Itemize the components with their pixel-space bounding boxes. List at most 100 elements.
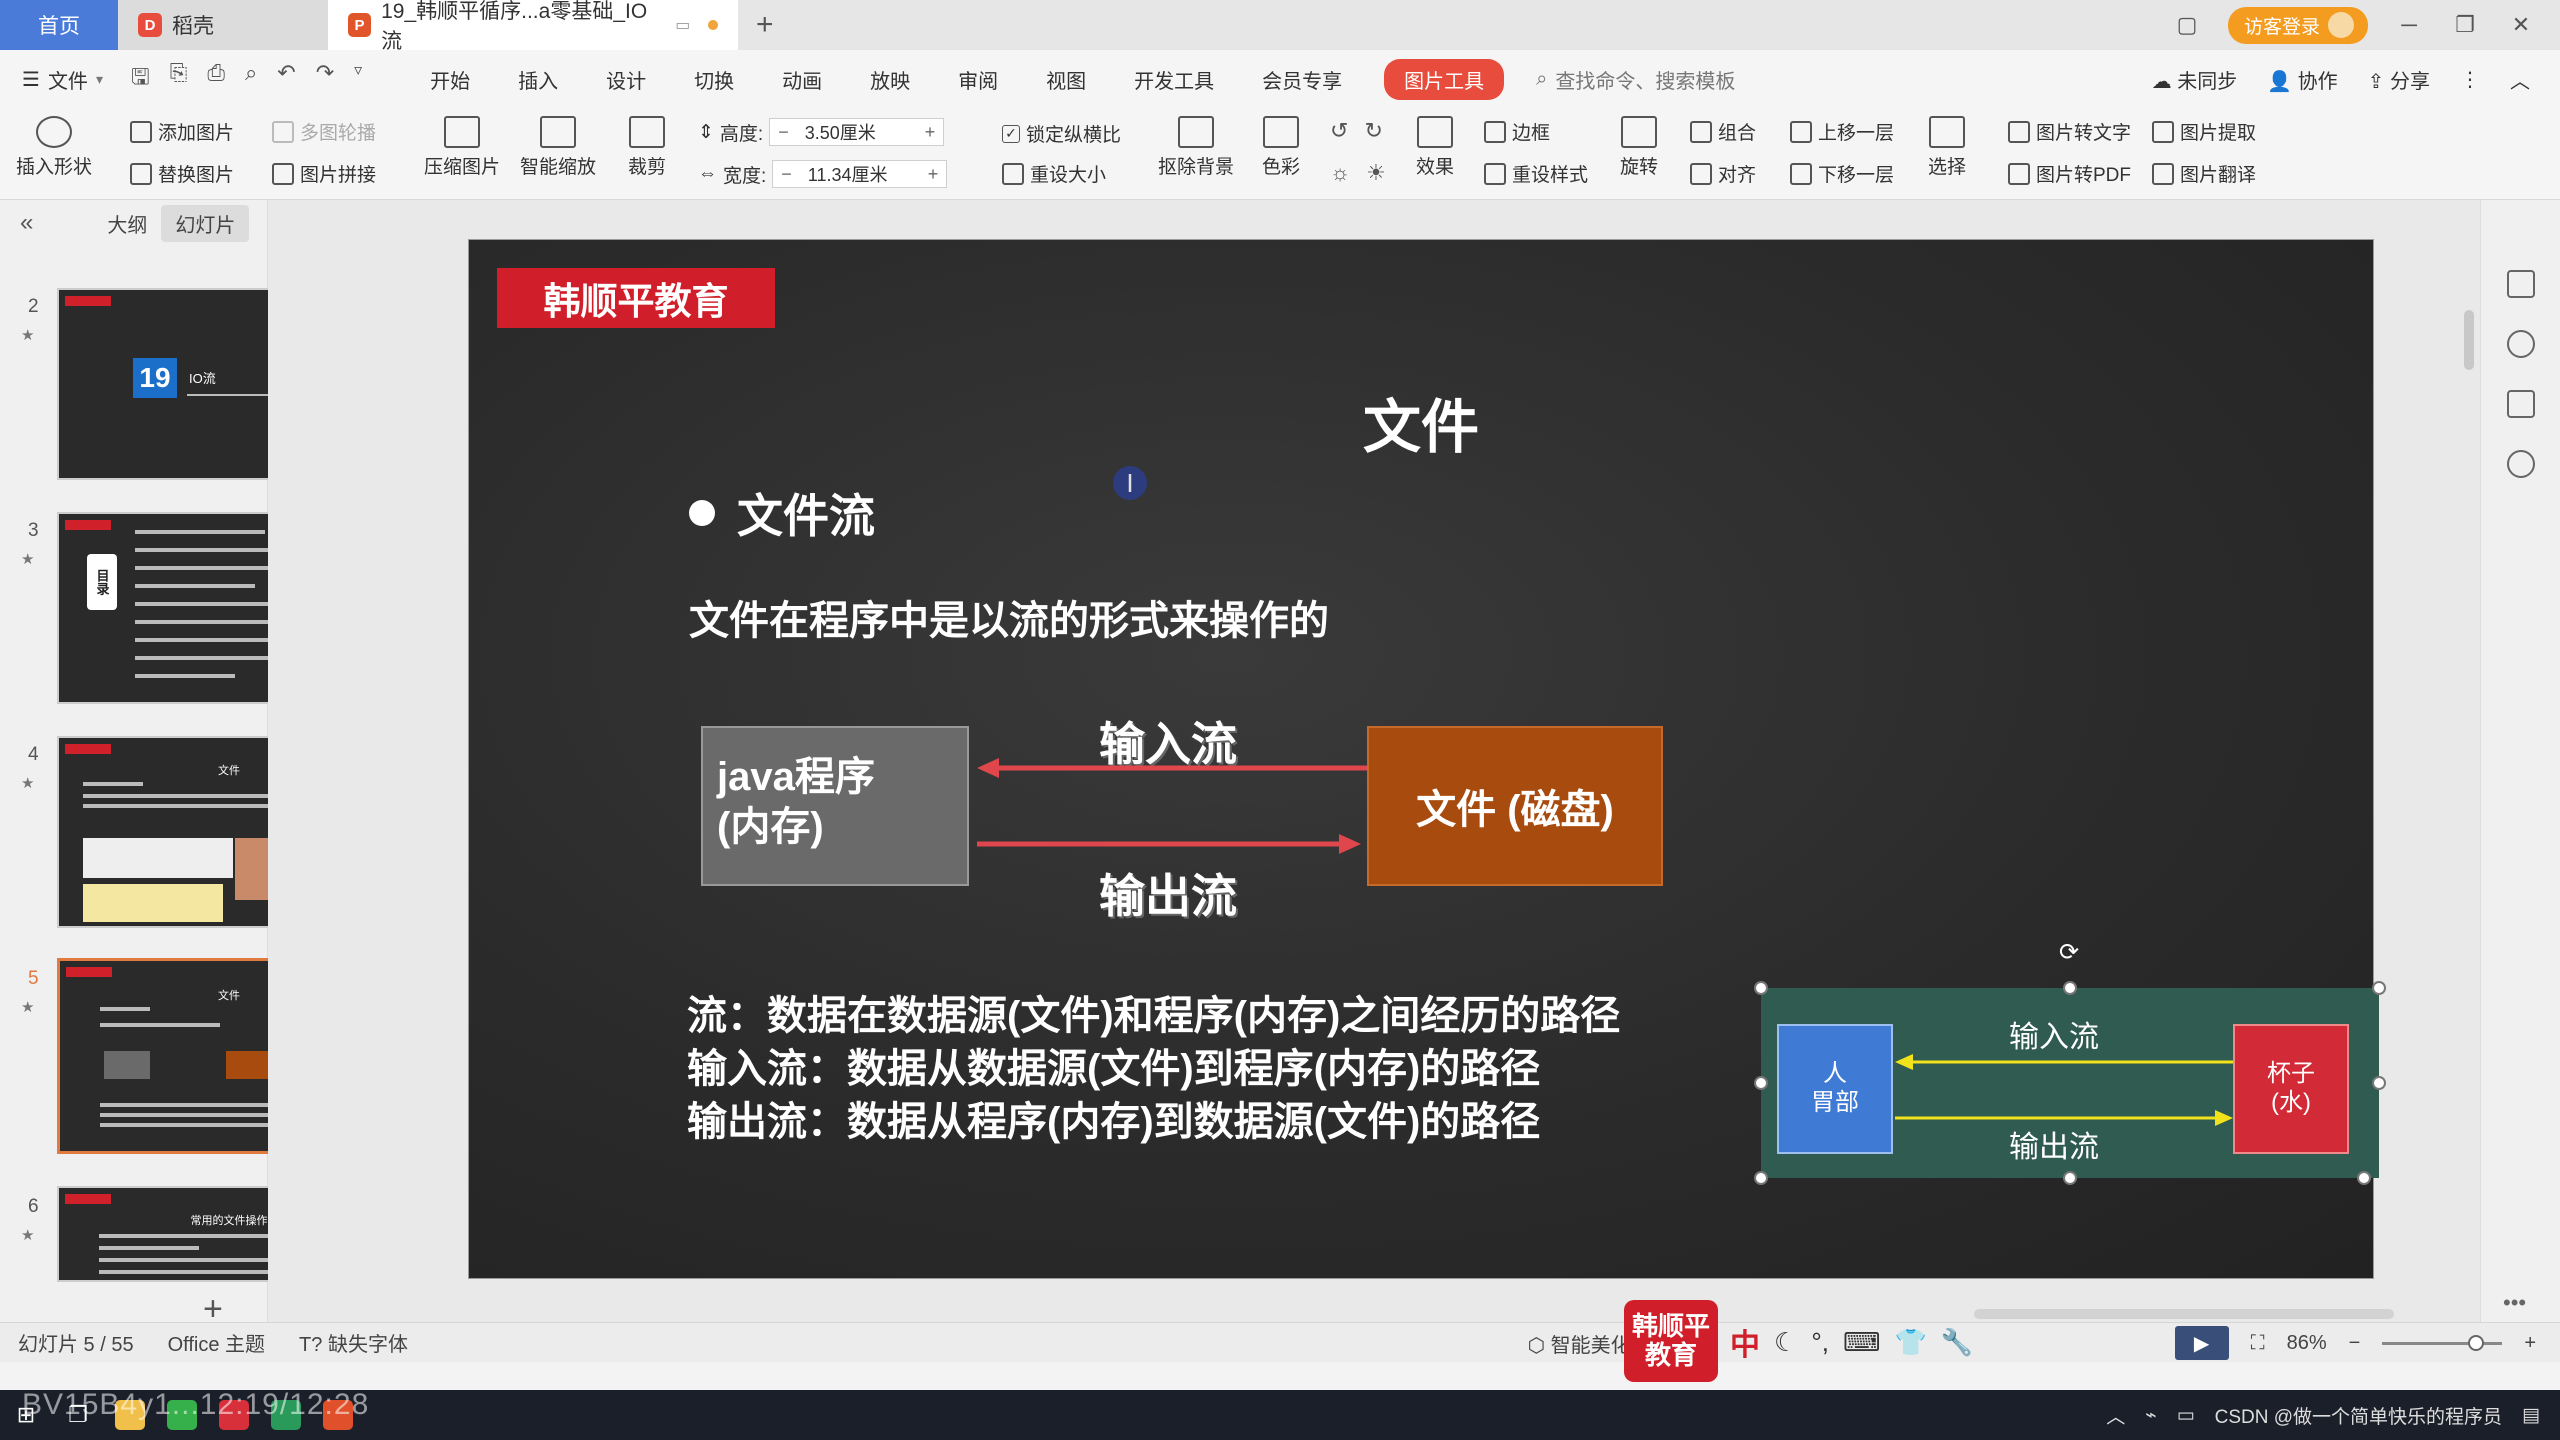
tab-slides[interactable]: 幻灯片 [161, 204, 250, 242]
add-image-button[interactable]: 添加图片 [130, 118, 234, 145]
brightness-down-icon[interactable]: ☀ [1366, 160, 1386, 186]
resize-handle[interactable] [2063, 1171, 2077, 1185]
print-preview-icon[interactable]: ⌕ [245, 60, 257, 98]
command-search[interactable]: ⌕ 查找命令、搜索模板 [1536, 65, 1735, 94]
smart-scale-button[interactable]: 智能缩放 [520, 116, 596, 179]
tray-expand-icon[interactable]: ︿ [2106, 1402, 2125, 1429]
resize-handle[interactable] [2372, 1076, 2386, 1090]
new-tab-button[interactable]: + [738, 0, 792, 50]
notification-icon[interactable]: ▤ [2522, 1404, 2540, 1427]
rotate-left-icon[interactable]: ↺ [1330, 118, 1348, 144]
insert-shape-button[interactable]: 插入形状 [16, 116, 92, 179]
monitor-icon[interactable]: ▭ [675, 15, 690, 35]
brightness-up-icon[interactable]: ☼ [1330, 160, 1350, 186]
collab-button[interactable]: 👤 协作 [2267, 65, 2337, 94]
moon-icon[interactable]: ☾ [1774, 1327, 1797, 1358]
theme-name[interactable]: Office 主题 [168, 1328, 265, 1357]
resize-handle[interactable] [1754, 981, 1768, 995]
template-icon[interactable] [2507, 390, 2535, 418]
width-increase-button[interactable]: + [920, 164, 947, 185]
skin-icon[interactable]: 👕 [1894, 1327, 1926, 1358]
battery-icon[interactable]: ▭ [2177, 1404, 2195, 1427]
resize-handle[interactable] [2063, 981, 2077, 995]
image-to-pdf-button[interactable]: 图片转PDF [2008, 160, 2131, 187]
resize-handle[interactable] [2357, 1171, 2371, 1185]
height-decrease-button[interactable]: − [770, 122, 797, 143]
properties-icon[interactable] [2507, 270, 2535, 298]
fit-window-icon[interactable]: ⛶ [2251, 1332, 2265, 1355]
zoom-slider[interactable] [2382, 1334, 2503, 1351]
image-extract-button[interactable]: 图片提取 [2152, 118, 2256, 145]
restore-icon[interactable]: ❐ [2450, 12, 2480, 38]
zoom-out-button[interactable]: − [2349, 1332, 2361, 1355]
image-to-text-button[interactable]: 图片转文字 [2008, 118, 2131, 145]
help-icon[interactable] [2507, 450, 2535, 478]
minimize-icon[interactable]: ─ [2394, 12, 2424, 38]
print-icon[interactable]: ⎙ [207, 60, 225, 98]
more-options-icon[interactable]: ••• [2503, 1290, 2526, 1316]
resize-handle[interactable] [1754, 1171, 1768, 1185]
export-icon[interactable]: ⎘ [170, 60, 188, 98]
height-field[interactable]: − 3.50厘米 + [769, 118, 945, 146]
network-icon[interactable]: ⌁ [2145, 1404, 2156, 1427]
rotate-button[interactable]: 旋转 [1620, 116, 1658, 179]
width-field[interactable]: − 11.34厘米 + [772, 160, 948, 188]
resize-handle[interactable] [1754, 1076, 1768, 1090]
reset-size-button[interactable]: 重设大小 [1002, 160, 1106, 187]
save-icon[interactable]: 🖫 [131, 60, 150, 98]
redo-icon[interactable]: ↷ [316, 60, 334, 98]
effects-button[interactable]: 效果 [1416, 116, 1454, 179]
undo-icon[interactable]: ↶ [277, 60, 295, 98]
zoom-in-button[interactable]: + [2524, 1332, 2536, 1355]
collapse-panel-icon[interactable]: « [20, 209, 33, 237]
menu-item-4[interactable]: 动画 [782, 65, 822, 94]
menu-item-7[interactable]: 视图 [1046, 65, 1086, 94]
zoom-slider-knob[interactable] [2468, 1334, 2485, 1351]
current-slide[interactable]: 韩顺平教育 文件 文件流 I 文件在程序中是以流的形式来操作的 java程序 (… [468, 239, 2386, 1279]
menu-item-9[interactable]: 会员专享 [1262, 65, 1342, 94]
menu-item-5[interactable]: 放映 [870, 65, 910, 94]
menu-item-1[interactable]: 插入 [518, 65, 558, 94]
image-translate-button[interactable]: 图片翻译 [2152, 160, 2256, 187]
definition-text[interactable]: 流：数据在数据源(文件)和程序(内存)之间经历的路径 输入流：数据从数据源(文件… [687, 990, 1620, 1148]
menu-item-0[interactable]: 开始 [430, 65, 470, 94]
menu-item-2[interactable]: 设计 [606, 65, 646, 94]
punctuation-icon[interactable]: °, [1811, 1327, 1829, 1358]
border-button[interactable]: 边框 [1484, 118, 1550, 145]
picture-tools-tab[interactable]: 图片工具 [1384, 58, 1505, 100]
lock-ratio-checkbox[interactable]: ✓ 锁定纵横比 [1002, 120, 1121, 147]
crop-button[interactable]: 裁剪 [628, 116, 666, 179]
share-button[interactable]: ⇪ 分享 [2368, 65, 2430, 94]
remove-background-button[interactable]: 抠除背景 [1158, 116, 1234, 179]
zoom-level[interactable]: 86% [2287, 1332, 2327, 1355]
select-button[interactable]: 选择 [1928, 116, 1966, 179]
rotate-right-icon[interactable]: ↻ [1364, 118, 1382, 144]
missing-font-button[interactable]: T? 缺失字体 [299, 1328, 408, 1357]
color-button[interactable]: 色彩 [1262, 116, 1300, 179]
close-icon[interactable]: ✕ [2506, 12, 2536, 38]
quick-access-more-icon[interactable]: ▿ [354, 60, 362, 98]
wrench-icon[interactable]: 🔧 [1941, 1327, 1973, 1358]
reset-style-button[interactable]: 重设样式 [1484, 160, 1588, 187]
image-collage-button[interactable]: 图片拼接 [272, 160, 376, 187]
ime-mode-indicator[interactable]: 中 [1730, 1320, 1760, 1364]
bring-forward-button[interactable]: 上移一层 [1790, 118, 1894, 145]
send-backward-button[interactable]: 下移一层 [1790, 160, 1894, 187]
replace-image-button[interactable]: 替换图片 [130, 160, 234, 187]
tab-home[interactable]: 首页 [0, 0, 118, 50]
tab-document[interactable]: P 19_韩顺平循序...a零基础_IO流 ▭ [328, 0, 738, 53]
group-button[interactable]: 组合 [1690, 118, 1756, 145]
collapse-ribbon-icon[interactable]: ︿ [2510, 65, 2530, 94]
more-icon[interactable]: ⋮ [2460, 67, 2480, 92]
guest-login-button[interactable]: 访客登录 [2227, 6, 2368, 44]
multi-carousel-button[interactable]: 多图轮播 [272, 118, 376, 145]
sync-button[interactable]: ☁ 未同步 [2152, 65, 2238, 94]
menu-item-6[interactable]: 审阅 [958, 65, 998, 94]
compress-image-button[interactable]: 压缩图片 [424, 116, 500, 179]
menu-item-8[interactable]: 开发工具 [1134, 65, 1214, 94]
star-icon[interactable] [2507, 330, 2535, 358]
file-menu-button[interactable]: ☰ 文件 ▾ [22, 65, 103, 94]
menu-item-3[interactable]: 切换 [694, 65, 734, 94]
window-layout-icon[interactable]: ▢ [2172, 12, 2202, 38]
horizontal-scrollbar[interactable] [1974, 1309, 2394, 1319]
